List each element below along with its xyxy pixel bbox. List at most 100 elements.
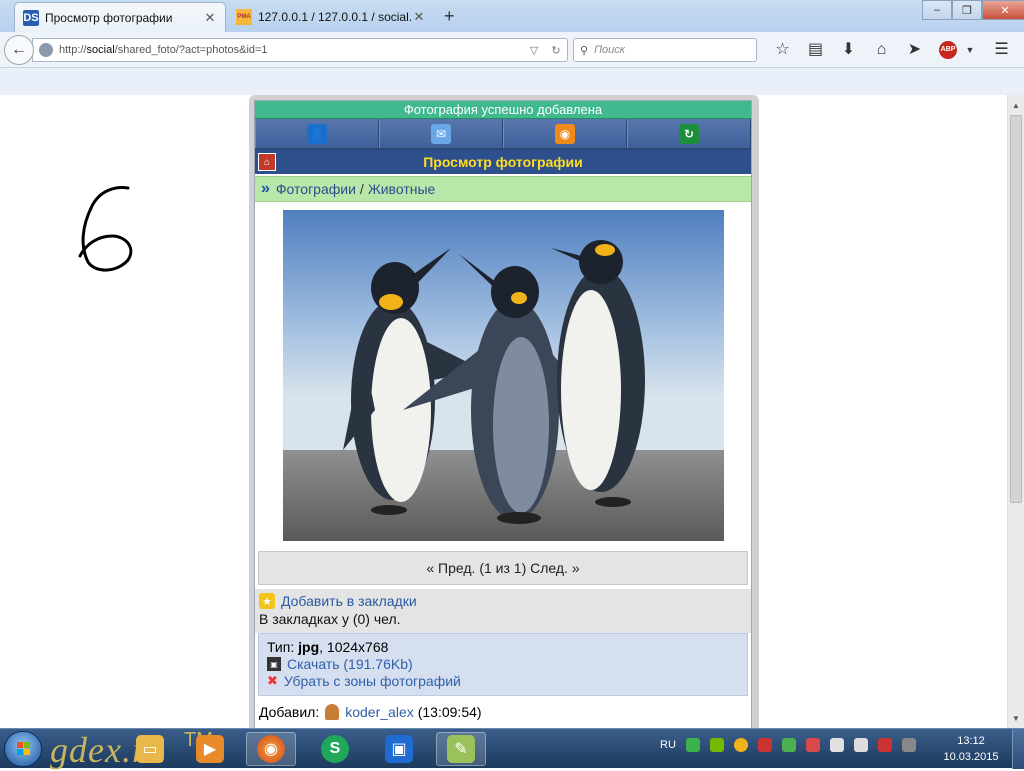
search-icon: ⚲ <box>580 44 589 57</box>
home-icon[interactable]: ⌂ <box>865 38 898 62</box>
add-bookmark-link[interactable]: Добавить в закладки <box>281 593 417 609</box>
reload-icon[interactable]: ↻ <box>545 44 567 57</box>
breadcrumb-animals-link[interactable]: Животные <box>368 181 436 197</box>
remove-x-icon: ✖ <box>267 673 278 688</box>
tab-phpmyadmin[interactable]: PMA 127.0.0.1 / 127.0.0.1 / social... ✕ <box>228 2 434 32</box>
back-arrow-icon: ← <box>11 41 27 58</box>
firefox-icon: ◉ <box>257 735 285 763</box>
star-icon: ★ <box>259 593 275 609</box>
skype-icon: S <box>321 735 349 763</box>
rss-icon: ◉ <box>555 123 575 144</box>
windows-logo-icon <box>17 742 31 756</box>
bookmark-count: В закладках у (0) чел. <box>259 611 401 627</box>
page-title-bar: ⌂ Просмотр фотографии <box>255 150 751 174</box>
photo-page-inner: Фотография успешно добавлена 👤 ✉ ◉ ↻ ⌂ П… <box>254 100 752 728</box>
toolbar: ☆ ▤ ⬇ ⌂ ➤ ABP ▼ ☰ <box>766 38 1018 62</box>
file-info-box: Тип: jpg, 1024x768 ▣ Скачать (191.76Kb) … <box>258 633 748 696</box>
tab-title: 127.0.0.1 / 127.0.0.1 / social... <box>258 10 412 24</box>
taskbar-folder-button[interactable]: ▭ <box>125 732 175 766</box>
url-bar[interactable]: http://social/shared_foto/?act=photos&id… <box>32 38 568 62</box>
taskbar-maxthon-button[interactable]: ▣ <box>374 732 424 766</box>
photo-image[interactable] <box>282 210 724 541</box>
penguins-photo <box>282 210 724 541</box>
adblock-icon[interactable]: ABP <box>939 41 957 59</box>
clock-date: 10.03.2015 <box>943 751 999 763</box>
taskbar-firefox-button[interactable]: ◉ <box>246 732 296 766</box>
start-button[interactable] <box>4 731 42 767</box>
close-window-icon[interactable]: ✕ <box>982 0 1024 20</box>
photo-pager[interactable]: « Пред. (1 из 1) След. » <box>258 551 748 585</box>
folder-icon: ▭ <box>136 735 164 763</box>
floppy-disk-icon: ▣ <box>267 657 281 671</box>
minimize-icon[interactable]: – <box>922 0 952 20</box>
toolbar-spacer <box>0 68 1024 95</box>
taskbar-skype-button[interactable]: S <box>310 732 360 766</box>
download-link[interactable]: Скачать (191.76Kb) <box>287 656 413 672</box>
messages-nav-cell[interactable]: ✉ <box>379 119 503 148</box>
close-tab-icon[interactable]: ✕ <box>412 9 426 25</box>
clock-time: 13:12 <box>957 735 985 747</box>
nav-bar: http://social/shared_foto/?act=photos&id… <box>0 32 1024 68</box>
clock[interactable]: 13:12 10.03.2015 <box>938 733 1004 765</box>
network-icon[interactable] <box>805 738 820 752</box>
new-tab-button[interactable]: + <box>444 6 455 27</box>
search-placeholder: Поиск <box>594 44 625 56</box>
rss-nav-cell[interactable]: ◉ <box>503 119 627 148</box>
bookmark-star-icon[interactable]: ☆ <box>766 38 799 62</box>
globe-icon <box>39 43 53 57</box>
security-icon[interactable] <box>757 738 772 752</box>
scroll-up-icon[interactable]: ▲ <box>1008 97 1024 113</box>
added-by-label: Добавил: <box>259 704 320 720</box>
home-icon[interactable]: ⌂ <box>258 153 276 171</box>
ds-favicon-icon: DS <box>23 9 39 26</box>
back-button[interactable]: ← <box>4 35 34 65</box>
handwritten-six: 6 <box>78 186 133 272</box>
maxthon-icon: ▣ <box>385 735 413 763</box>
abp-dropdown-icon[interactable]: ▼ <box>965 38 975 62</box>
taskbar-notepad-button[interactable]: ✎ <box>436 732 486 766</box>
scroll-thumb[interactable] <box>1010 115 1022 503</box>
breadcrumb-photos-link[interactable]: Фотографии <box>276 181 356 197</box>
scroll-down-icon[interactable]: ▼ <box>1008 710 1024 726</box>
added-by-row: Добавил: koder_alex (13:09:54) <box>255 696 751 728</box>
photo-page-card: Фотография успешно добавлена 👤 ✉ ◉ ↻ ⌂ П… <box>249 95 759 728</box>
taskbar: gdex.ru TM ▭ ▶ ◉ S ▣ ✎ RU 13:12 10.03.20… <box>0 728 1024 770</box>
volume-icon[interactable] <box>853 738 868 752</box>
remove-photo-link[interactable]: Убрать с зоны фотографий <box>284 673 461 689</box>
page-title: Просмотр фотографии <box>423 154 583 170</box>
download-row: ▣ Скачать (191.76Kb) <box>267 656 739 672</box>
file-type-label: Тип: <box>267 639 295 655</box>
author-link[interactable]: koder_alex <box>345 704 414 720</box>
bookmarks-list-icon[interactable]: ▤ <box>799 38 832 62</box>
user-icon: 👤 <box>307 123 327 144</box>
flag-icon[interactable] <box>685 738 700 752</box>
media-player-icon: ▶ <box>196 735 224 763</box>
power-icon[interactable] <box>877 738 892 752</box>
send-icon[interactable]: ➤ <box>898 38 931 62</box>
antivirus-icon[interactable] <box>781 738 796 752</box>
file-type-value: jpg <box>298 639 320 655</box>
menu-icon[interactable]: ☰ <box>985 38 1018 62</box>
system-tray: RU <box>660 738 916 752</box>
nvidia-icon[interactable] <box>709 738 724 752</box>
language-indicator[interactable]: RU <box>660 739 676 751</box>
file-dimensions: , 1024x768 <box>319 639 389 655</box>
wireless-icon[interactable] <box>829 738 844 752</box>
add-bookmark-row[interactable]: ★ Добавить в закладки <box>259 593 747 609</box>
dropdown-arrow-icon[interactable]: ▽ <box>523 44 545 57</box>
vertical-scrollbar[interactable]: ▲ ▼ <box>1007 95 1024 728</box>
close-tab-icon[interactable]: ✕ <box>203 10 217 26</box>
downloads-icon[interactable]: ⬇ <box>832 38 865 62</box>
search-input[interactable]: ⚲ Поиск <box>573 38 757 62</box>
url-text[interactable]: http://social/shared_foto/?act=photos&id… <box>59 44 523 56</box>
maximize-icon[interactable]: ❐ <box>952 0 982 20</box>
profile-nav-cell[interactable]: 👤 <box>255 119 379 148</box>
tab-photo-view[interactable]: DS Просмотр фотографии ✕ <box>14 2 226 32</box>
notepad-icon: ✎ <box>447 735 475 763</box>
update-icon[interactable] <box>733 738 748 752</box>
refresh-nav-cell[interactable]: ↻ <box>627 119 751 148</box>
keyboard-icon[interactable] <box>901 738 916 752</box>
taskbar-media-button[interactable]: ▶ <box>185 732 235 766</box>
show-desktop-button[interactable] <box>1012 729 1024 769</box>
mail-icon: ✉ <box>431 123 451 144</box>
